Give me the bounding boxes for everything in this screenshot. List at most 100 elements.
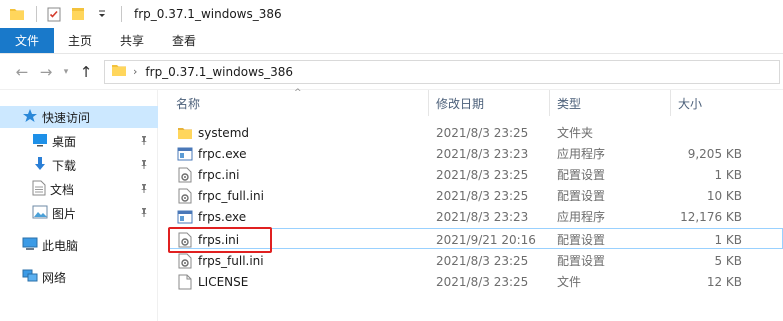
sidebar-item-label: 此电脑 [42, 238, 79, 253]
column-header-name[interactable]: 名称 [176, 90, 200, 116]
sidebar-item-quick-access[interactable]: 快速访问 [0, 106, 158, 128]
tab-file[interactable]: 文件 [0, 28, 54, 53]
window-title: frp_0.37.1_windows_386 [134, 7, 282, 21]
file-name: frps.exe [198, 209, 247, 224]
file-row[interactable]: frpc.exe 2021/8/3 23:23 应用程序 9,205 KB [168, 143, 783, 164]
sidebar-item-label: 下载 [52, 158, 77, 173]
tab-home[interactable]: 主页 [54, 28, 106, 53]
file-row[interactable]: frps_full.ini 2021/8/3 23:25 配置设置 5 KB [168, 250, 783, 271]
sidebar-item-pictures[interactable]: 图片 [0, 202, 158, 224]
exe-icon [176, 143, 194, 164]
file-name: frpc.exe [198, 146, 247, 161]
file-size: 10 KB [706, 188, 742, 203]
file-type: 应用程序 [557, 210, 606, 224]
folder-icon [176, 122, 194, 143]
desktop-icon [32, 133, 48, 150]
sort-ascending-icon: ^ [294, 88, 302, 98]
pin-icon[interactable] [138, 206, 150, 218]
sidebar-item-documents[interactable]: 文档 [0, 178, 158, 200]
navigation-bar: ← → ▾ ↑ › frp_0.37.1_windows_386 [0, 54, 783, 90]
config-file-icon [176, 185, 194, 206]
tab-view[interactable]: 查看 [158, 28, 210, 53]
sidebar-item-this-pc[interactable]: 此电脑 [0, 234, 158, 256]
file-row[interactable]: frps.exe 2021/8/3 23:23 应用程序 12,176 KB [168, 206, 783, 227]
file-row[interactable]: frpc_full.ini 2021/8/3 23:25 配置设置 10 KB [168, 185, 783, 206]
column-divider[interactable] [670, 90, 671, 116]
file-type: 配置设置 [557, 254, 606, 268]
file-icon [176, 271, 194, 292]
back-arrow-icon[interactable]: ← [10, 60, 34, 84]
navigation-pane: 快速访问 桌面 下载 文档 图片 此电脑 网络 [0, 90, 158, 321]
file-row[interactable]: frpc.ini 2021/8/3 23:25 配置设置 1 KB [168, 164, 783, 185]
up-arrow-icon[interactable]: ↑ [74, 60, 98, 84]
sidebar-item-desktop[interactable]: 桌面 [0, 130, 158, 152]
file-row[interactable]: LICENSE 2021/8/3 23:25 文件 12 KB [168, 271, 783, 292]
folder-icon [111, 63, 127, 80]
star-icon [22, 108, 38, 127]
file-name: frpc.ini [198, 167, 240, 182]
sidebar-item-downloads[interactable]: 下载 [0, 154, 158, 176]
sidebar-item-label: 网络 [42, 270, 67, 285]
file-size: 1 KB [714, 167, 742, 182]
picture-icon [32, 205, 48, 222]
document-icon [32, 180, 46, 199]
computer-icon [22, 237, 38, 254]
sidebar-item-label: 图片 [52, 206, 77, 221]
file-date: 2021/8/3 23:25 [436, 188, 529, 203]
config-file-icon [176, 250, 194, 271]
breadcrumb-chevron-icon[interactable]: › [133, 65, 137, 78]
file-name: frps_full.ini [198, 253, 264, 268]
file-row[interactable]: systemd 2021/8/3 23:25 文件夹 [168, 122, 783, 143]
file-name: LICENSE [198, 274, 249, 289]
address-bar[interactable]: › frp_0.37.1_windows_386 [104, 59, 780, 84]
breadcrumb-folder[interactable]: frp_0.37.1_windows_386 [145, 65, 293, 79]
column-divider[interactable] [428, 90, 429, 116]
file-size: 12 KB [706, 274, 742, 289]
pin-icon[interactable] [138, 158, 150, 170]
file-date: 2021/8/3 23:23 [436, 209, 529, 224]
new-folder-icon[interactable] [67, 3, 89, 25]
file-date: 2021/8/3 23:25 [436, 125, 529, 140]
file-date: 2021/8/3 23:23 [436, 146, 529, 161]
properties-icon[interactable] [43, 3, 65, 25]
highlight-annotation-box [168, 227, 272, 253]
sidebar-item-label: 文档 [50, 182, 75, 197]
file-type: 文件夹 [557, 126, 594, 140]
file-date: 2021/8/3 23:25 [436, 253, 529, 268]
toolbar-divider [36, 6, 37, 22]
file-type: 配置设置 [557, 189, 606, 203]
file-name: systemd [198, 125, 249, 140]
column-header-size[interactable]: 大小 [678, 90, 702, 116]
folder-icon[interactable] [6, 3, 28, 25]
customize-dropdown-icon[interactable] [91, 3, 113, 25]
file-size: 1 KB [714, 232, 742, 247]
ribbon-tabs: 文件 主页 共享 查看 [0, 28, 783, 54]
tab-share[interactable]: 共享 [106, 28, 158, 53]
pin-icon[interactable] [138, 134, 150, 146]
column-header-row: ^ 名称 修改日期 类型 大小 [168, 88, 783, 116]
file-size: 9,205 KB [687, 146, 742, 161]
file-type: 应用程序 [557, 147, 606, 161]
pin-icon[interactable] [138, 182, 150, 194]
sidebar-item-label: 快速访问 [42, 110, 91, 125]
column-divider[interactable] [549, 90, 550, 116]
title-bar: frp_0.37.1_windows_386 [0, 0, 783, 28]
file-size: 12,176 KB [680, 209, 742, 224]
file-type: 配置设置 [557, 168, 606, 182]
file-name: frpc_full.ini [198, 188, 264, 203]
recent-locations-chevron-icon[interactable]: ▾ [58, 60, 74, 84]
toolbar-divider [121, 6, 122, 22]
file-size [648, 122, 742, 143]
column-header-date[interactable]: 修改日期 [436, 90, 484, 116]
file-list: ^ 名称 修改日期 类型 大小 systemd 2021/8/3 23:25 文… [168, 88, 783, 321]
column-header-type[interactable]: 类型 [557, 90, 581, 116]
forward-arrow-icon[interactable]: → [34, 60, 58, 84]
file-date: 2021/8/3 23:25 [436, 274, 529, 289]
file-date: 2021/9/21 20:16 [436, 232, 536, 247]
sidebar-item-label: 桌面 [52, 134, 77, 149]
file-type: 文件 [557, 275, 582, 289]
config-file-icon [176, 164, 194, 185]
file-size: 5 KB [714, 253, 742, 268]
exe-icon [176, 206, 194, 227]
sidebar-item-network[interactable]: 网络 [0, 266, 158, 288]
